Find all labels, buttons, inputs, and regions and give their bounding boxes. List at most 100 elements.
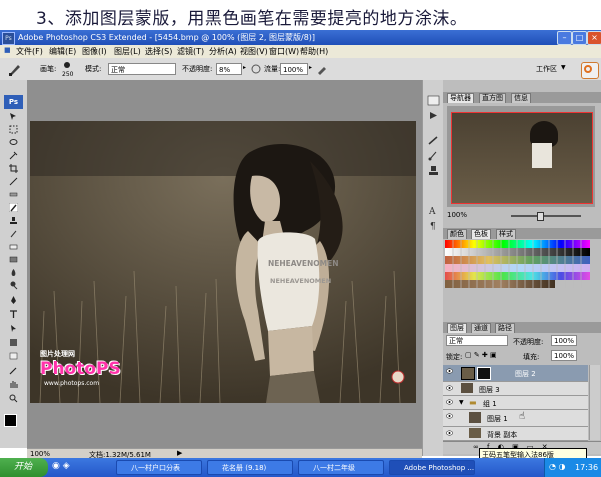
paragraph-panel-icon[interactable]: ¶ xyxy=(427,220,440,231)
layer-group-1[interactable]: ▼ ▬ 组 1 xyxy=(443,396,588,410)
group-expand-chevron-icon[interactable]: ▼ xyxy=(459,399,464,406)
gradient-tool-icon[interactable] xyxy=(9,255,18,264)
navigator-zoom[interactable]: 100% xyxy=(447,211,467,219)
menu-filter[interactable]: 滤镜(T) xyxy=(177,46,204,57)
group-name: 组 1 xyxy=(483,400,497,408)
move-tool-icon[interactable] xyxy=(9,112,18,121)
tab-styles[interactable]: 样式 xyxy=(496,229,516,239)
foreground-color-swatch[interactable] xyxy=(4,414,17,427)
lasso-tool-icon[interactable] xyxy=(9,138,18,147)
bridge-icon[interactable] xyxy=(581,62,599,79)
airbrush-icon[interactable] xyxy=(316,63,328,75)
menu-window[interactable]: 窗口(W) xyxy=(269,46,299,57)
navigator-thumbnail[interactable] xyxy=(447,106,595,207)
taskbar-item-0[interactable]: 八一村户口分表 xyxy=(116,460,202,475)
quick-selection-tool-icon[interactable] xyxy=(9,151,18,160)
hand-tool-icon[interactable] xyxy=(9,380,18,389)
path-selection-icon[interactable] xyxy=(9,324,18,333)
taskbar-item-1[interactable]: 花名册 (9.18) xyxy=(207,460,293,475)
blur-tool-icon[interactable] xyxy=(9,268,18,277)
flow-input[interactable]: 100% xyxy=(280,63,308,75)
layer-row-2[interactable]: 图层 2 xyxy=(443,365,588,382)
layer-opacity-input[interactable]: 100% xyxy=(551,335,577,346)
marquee-tool-icon[interactable] xyxy=(9,125,18,134)
clone-stamp-icon[interactable] xyxy=(9,216,18,225)
menu-edit[interactable]: 编辑(E) xyxy=(49,46,76,57)
visibility-eye-icon[interactable] xyxy=(446,399,453,405)
brush-tool-icon[interactable] xyxy=(8,62,22,76)
actions-panel-icon[interactable] xyxy=(427,110,440,121)
layer-row-1[interactable]: 图层 1 ☝ xyxy=(443,410,588,427)
blend-mode-select[interactable]: 正常 xyxy=(446,335,508,346)
tab-paths[interactable]: 路径 xyxy=(495,323,515,333)
pen-tool-icon[interactable] xyxy=(9,296,18,305)
slice-tool-icon[interactable] xyxy=(9,177,18,186)
document-canvas[interactable]: NEHEAVENOMEN NEHEAVENOMEN 图片处理网 PhotoPS … xyxy=(30,121,416,403)
zoom-tool-icon[interactable] xyxy=(9,394,18,403)
shape-tool-icon[interactable] xyxy=(9,338,18,347)
tab-color[interactable]: 颜色 xyxy=(447,229,467,239)
zoom-level[interactable]: 100% xyxy=(30,450,50,458)
menu-file[interactable]: 文件(F) xyxy=(16,46,43,57)
close-button[interactable]: × xyxy=(587,31,601,45)
mode-select[interactable]: 正常 xyxy=(108,63,176,75)
opacity-input[interactable]: 8% xyxy=(216,63,242,75)
dodge-tool-icon[interactable] xyxy=(9,281,18,290)
shirt-print-text: NEHEAVENOMEN xyxy=(268,259,339,268)
tab-navigator[interactable]: 导航器 xyxy=(447,93,474,103)
opacity-arrow-icon[interactable]: ▸ xyxy=(243,64,246,71)
menu-view[interactable]: 视图(V) xyxy=(240,46,268,57)
visibility-eye-icon[interactable] xyxy=(446,385,453,391)
character-panel-icon[interactable]: A xyxy=(427,205,440,216)
layer-mask-thumbnail[interactable] xyxy=(477,367,491,380)
notes-tool-icon[interactable] xyxy=(9,352,18,361)
tab-channels[interactable]: 通道 xyxy=(471,323,491,333)
menu-analysis[interactable]: 分析(A) xyxy=(209,46,237,57)
ps-menu-icon[interactable]: ■ xyxy=(4,46,11,54)
tab-layers[interactable]: 图层 xyxy=(447,323,467,333)
tool-presets-icon[interactable] xyxy=(427,135,440,146)
visibility-eye-icon[interactable] xyxy=(446,368,453,374)
swatch-grid[interactable] xyxy=(445,240,590,288)
healing-brush-icon[interactable] xyxy=(9,190,18,199)
layer-row-background-copy[interactable]: 背景 副本 xyxy=(443,427,588,441)
tray-icons[interactable]: ◔ ◑ xyxy=(549,462,566,471)
brush-preview-icon[interactable] xyxy=(60,61,74,71)
tab-swatches[interactable]: 色板 xyxy=(471,229,491,239)
workspace-label[interactable]: 工作区 xyxy=(536,64,557,74)
eyedropper-tool-icon[interactable] xyxy=(9,366,18,375)
visibility-eye-icon[interactable] xyxy=(446,413,453,419)
crop-tool-icon[interactable] xyxy=(9,164,18,173)
tab-histogram[interactable]: 直方图 xyxy=(479,93,506,103)
layers-scrollbar[interactable] xyxy=(589,365,600,440)
maximize-button[interactable]: □ xyxy=(572,31,587,45)
brush-tool-active-icon[interactable] xyxy=(9,203,18,212)
start-button[interactable]: 开始 xyxy=(0,458,48,477)
history-panel-icon[interactable] xyxy=(427,95,440,106)
history-brush-icon[interactable] xyxy=(9,229,18,238)
menu-layer[interactable]: 图层(L) xyxy=(114,46,141,57)
eraser-tool-icon[interactable] xyxy=(9,242,18,251)
clone-source-icon[interactable] xyxy=(427,165,440,176)
layer-row-3[interactable]: 图层 3 xyxy=(443,382,588,396)
quick-launch-icons[interactable]: ◉ ◈ xyxy=(52,461,70,471)
workspace-chevron-down-icon[interactable]: ▼ xyxy=(561,64,566,71)
menu-select[interactable]: 选择(S) xyxy=(145,46,172,57)
tab-info[interactable]: 信息 xyxy=(511,93,531,103)
navigator-zoom-slider[interactable] xyxy=(511,212,581,221)
navigator-view-box[interactable] xyxy=(451,112,593,204)
type-tool-icon[interactable] xyxy=(9,310,18,319)
fill-input[interactable]: 100% xyxy=(551,350,577,361)
tablet-pressure-icon[interactable] xyxy=(250,63,262,75)
minimize-button[interactable]: – xyxy=(557,31,572,45)
taskbar-item-2[interactable]: 八一村二年级 xyxy=(298,460,384,475)
taskbar-item-3[interactable]: Adobe Photoshop ... xyxy=(389,460,475,475)
flow-arrow-icon[interactable]: ▸ xyxy=(309,64,312,71)
brushes-panel-icon[interactable] xyxy=(427,150,440,161)
menu-image[interactable]: 图像(I) xyxy=(82,46,107,57)
menu-help[interactable]: 帮助(H) xyxy=(300,46,328,57)
status-menu-arrow-icon[interactable]: ▶ xyxy=(177,449,182,457)
panel-dock: A ¶ xyxy=(422,80,444,456)
lock-icons[interactable]: ▢ ✎ ✚ ▣ xyxy=(465,351,497,359)
visibility-eye-icon[interactable] xyxy=(446,430,453,436)
